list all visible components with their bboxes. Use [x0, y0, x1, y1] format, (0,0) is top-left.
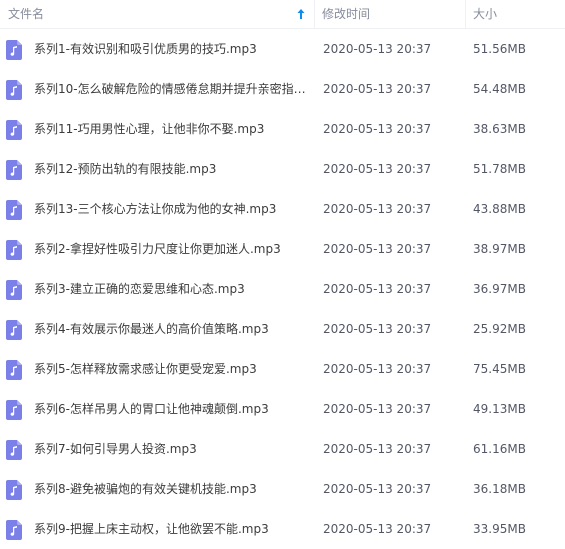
file-name[interactable]: 系列11-巧用男性心理，让他非你不娶.mp3	[34, 109, 306, 149]
file-list: 系列1-有效识别和吸引优质男的技巧.mp3 2020-05-13 20:37 51.…	[0, 29, 565, 549]
file-modified-time: 2020-05-13 20:37	[323, 442, 432, 456]
file-name[interactable]: 系列1-有效识别和吸引优质男的技巧.mp3	[34, 29, 306, 69]
file-modified-time: 2020-05-13 20:37	[323, 402, 432, 416]
file-name[interactable]: 系列13-三个核心方法让你成为他的女神.mp3	[34, 189, 306, 229]
audio-file-icon	[6, 80, 22, 100]
audio-file-icon	[6, 240, 22, 260]
file-size: 38.63MB	[473, 122, 526, 136]
file-size: 38.97MB	[473, 242, 526, 256]
file-name[interactable]: 系列4-有效展示你最迷人的高价值策略.mp3	[34, 309, 306, 349]
file-size: 75.45MB	[473, 362, 526, 376]
file-size: 51.56MB	[473, 42, 526, 56]
file-modified-time: 2020-05-13 20:37	[323, 122, 432, 136]
audio-file-icon	[6, 120, 22, 140]
column-header-modified[interactable]: 修改时间	[322, 0, 462, 28]
file-name[interactable]: 系列9-把握上床主动权，让他欲罢不能.mp3	[34, 509, 306, 549]
audio-file-icon	[6, 440, 22, 460]
file-size: 49.13MB	[473, 402, 526, 416]
file-size: 51.78MB	[473, 162, 526, 176]
audio-file-icon	[6, 360, 22, 380]
audio-file-icon	[6, 320, 22, 340]
column-divider[interactable]	[314, 0, 315, 28]
audio-file-icon	[6, 200, 22, 220]
audio-file-icon	[6, 40, 22, 60]
file-size: 36.97MB	[473, 282, 526, 296]
file-modified-time: 2020-05-13 20:37	[323, 362, 432, 376]
file-name[interactable]: 系列5-怎样释放需求感让你更受宠爱.mp3	[34, 349, 306, 389]
file-size: 33.95MB	[473, 522, 526, 536]
file-row[interactable]: 系列5-怎样释放需求感让你更受宠爱.mp3 2020-05-13 20:37 75.…	[0, 349, 565, 389]
file-modified-time: 2020-05-13 20:37	[323, 202, 432, 216]
audio-file-icon	[6, 480, 22, 500]
file-row[interactable]: 系列9-把握上床主动权，让他欲罢不能.mp3 2020-05-13 20:37 33…	[0, 509, 565, 549]
file-row[interactable]: 系列1-有效识别和吸引优质男的技巧.mp3 2020-05-13 20:37 51.…	[0, 29, 565, 69]
file-name[interactable]: 系列6-怎样吊男人的胃口让他神魂颠倒.mp3	[34, 389, 306, 429]
audio-file-icon	[6, 520, 22, 540]
file-row[interactable]: 系列11-巧用男性心理，让他非你不娶.mp3 2020-05-13 20:37 38…	[0, 109, 565, 149]
file-name[interactable]: 系列2-拿捏好性吸引力尺度让你更加迷人.mp3	[34, 229, 306, 269]
file-name[interactable]: 系列7-如何引导男人投资.mp3	[34, 429, 306, 469]
audio-file-icon	[6, 160, 22, 180]
file-name[interactable]: 系列10-怎么破解危险的情感倦怠期并提升亲密指数.mp3	[34, 69, 306, 109]
file-modified-time: 2020-05-13 20:37	[323, 82, 432, 96]
file-row[interactable]: 系列2-拿捏好性吸引力尺度让你更加迷人.mp3 2020-05-13 20:37 3…	[0, 229, 565, 269]
file-row[interactable]: 系列7-如何引导男人投资.mp3 2020-05-13 20:37 61.16MB	[0, 429, 565, 469]
file-name[interactable]: 系列8-避免被骗炮的有效关键机技能.mp3	[34, 469, 306, 509]
file-row[interactable]: 系列3-建立正确的恋爱思维和心态.mp3 2020-05-13 20:37 36.9…	[0, 269, 565, 309]
file-name[interactable]: 系列12-预防出轨的有限技能.mp3	[34, 149, 306, 189]
column-header-size[interactable]: 大小	[473, 0, 553, 28]
file-row[interactable]: 系列10-怎么破解危险的情感倦怠期并提升亲密指数.mp3 2020-05-13 2…	[0, 69, 565, 109]
column-divider[interactable]	[465, 0, 466, 28]
audio-file-icon	[6, 280, 22, 300]
file-row[interactable]: 系列4-有效展示你最迷人的高价值策略.mp3 2020-05-13 20:37 25…	[0, 309, 565, 349]
file-list-header: 文件名 修改时间 大小	[0, 0, 565, 29]
file-size: 36.18MB	[473, 482, 526, 496]
file-modified-time: 2020-05-13 20:37	[323, 282, 432, 296]
column-header-name[interactable]: 文件名	[8, 0, 308, 28]
file-row[interactable]: 系列8-避免被骗炮的有效关键机技能.mp3 2020-05-13 20:37 36.…	[0, 469, 565, 509]
audio-file-icon	[6, 400, 22, 420]
file-row[interactable]: 系列12-预防出轨的有限技能.mp3 2020-05-13 20:37 51.78M…	[0, 149, 565, 189]
file-modified-time: 2020-05-13 20:37	[323, 482, 432, 496]
file-modified-time: 2020-05-13 20:37	[323, 162, 432, 176]
file-modified-time: 2020-05-13 20:37	[323, 322, 432, 336]
file-size: 25.92MB	[473, 322, 526, 336]
file-row[interactable]: 系列13-三个核心方法让你成为他的女神.mp3 2020-05-13 20:37 4…	[0, 189, 565, 229]
arrow-up-icon[interactable]	[297, 8, 305, 20]
file-size: 43.88MB	[473, 202, 526, 216]
file-size: 61.16MB	[473, 442, 526, 456]
file-name[interactable]: 系列3-建立正确的恋爱思维和心态.mp3	[34, 269, 306, 309]
file-modified-time: 2020-05-13 20:37	[323, 42, 432, 56]
file-modified-time: 2020-05-13 20:37	[323, 242, 432, 256]
file-modified-time: 2020-05-13 20:37	[323, 522, 432, 536]
file-size: 54.48MB	[473, 82, 526, 96]
file-row[interactable]: 系列6-怎样吊男人的胃口让他神魂颠倒.mp3 2020-05-13 20:37 49…	[0, 389, 565, 429]
